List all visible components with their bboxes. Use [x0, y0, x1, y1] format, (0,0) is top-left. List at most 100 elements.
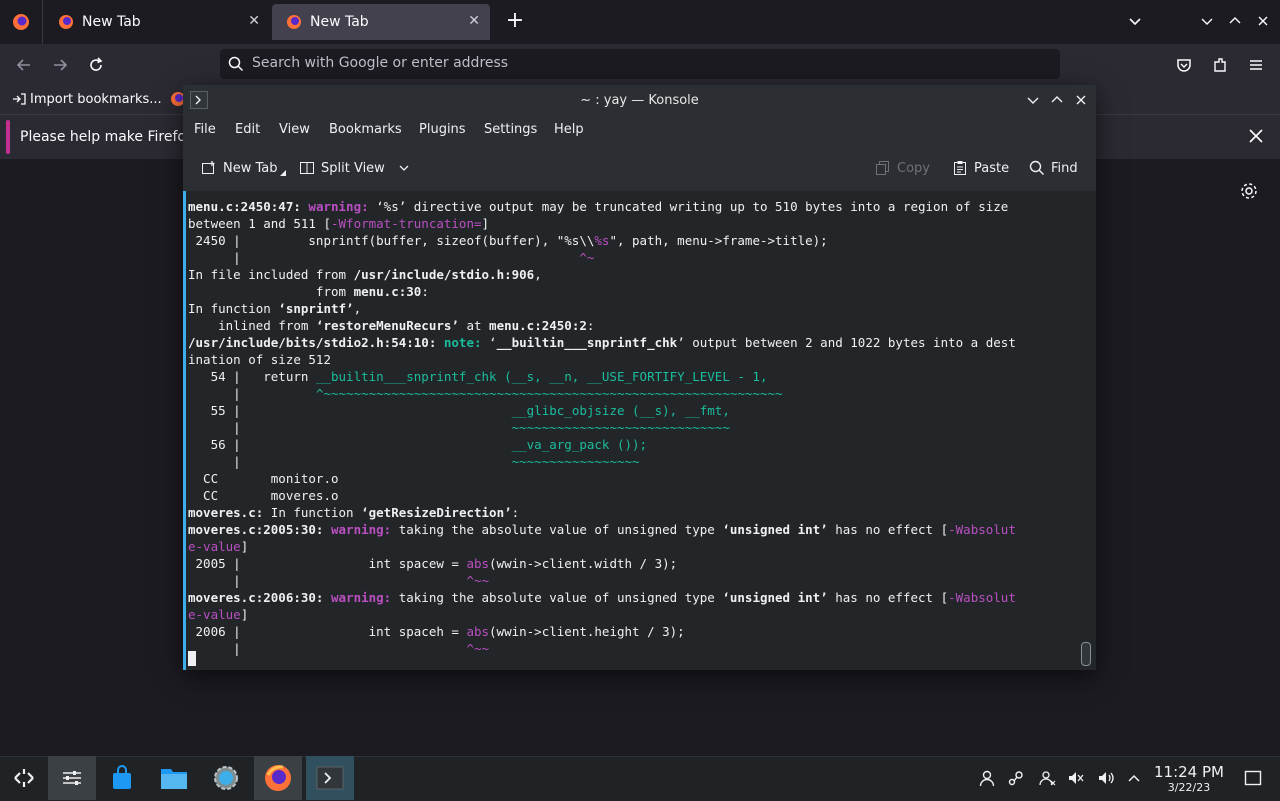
new-tab-settings-gear-icon[interactable]: [1239, 181, 1259, 201]
terminal-text-segment: warning:: [331, 590, 399, 605]
konsole-title-bar[interactable]: ~ : yay — Konsole: [183, 85, 1096, 115]
address-bar-placeholder: Search with Google or enter address: [252, 55, 509, 71]
terminal-text-segment: __builtin___snprintf_chk (__s, __n, __US…: [315, 369, 768, 384]
dolphin-file-manager-button[interactable]: [150, 756, 198, 800]
new-tab-button[interactable]: +: [504, 8, 526, 34]
terminal-text-segment: CC monitor.o: [188, 471, 339, 486]
menu-view[interactable]: View: [279, 115, 310, 145]
terminal-text-segment: has no effect [: [827, 522, 949, 537]
notification-close-icon[interactable]: [1246, 126, 1266, 146]
settings-gear-icon: [214, 766, 238, 790]
digital-clock[interactable]: 11:24 PM 3/22/23: [1148, 763, 1230, 797]
tab-new-tab-2[interactable]: New Tab ✕: [272, 4, 490, 40]
list-all-tabs-chevron-icon[interactable]: [1126, 12, 1144, 30]
menu-help[interactable]: Help: [554, 115, 584, 145]
show-hidden-icons-chevron-icon[interactable]: [1124, 768, 1144, 788]
back-arrow-icon[interactable]: [14, 55, 34, 75]
terminal-text-segment: |: [188, 386, 316, 401]
search-icon: [228, 56, 244, 72]
terminal-line: between 1 and 511 [-Wformat-truncation=]: [188, 215, 489, 232]
terminal-text-segment: ,: [534, 267, 542, 282]
copy-button[interactable]: Copy: [875, 145, 930, 191]
volume-icon[interactable]: [1096, 768, 1116, 788]
tab-label: New Tab: [310, 14, 369, 30]
copy-label: Copy: [897, 160, 930, 176]
terminal-line: moveres.c:2006:30: warning: taking the a…: [188, 589, 1016, 606]
menu-settings[interactable]: Settings: [484, 115, 537, 145]
network-users-icon[interactable]: [1037, 768, 1057, 788]
terminal-text-segment: menu.c:2450:47:: [188, 199, 309, 214]
terminal-line: In function ‘snprintf’,: [188, 300, 361, 317]
terminal-line: moveres.c:2005:30: warning: taking the a…: [188, 521, 1016, 538]
terminal-text-segment: In function: [263, 505, 362, 520]
import-bookmarks-button[interactable]: Import bookmarks...: [12, 90, 162, 108]
window-maximize-icon[interactable]: [1226, 12, 1244, 30]
task-manager-settings[interactable]: [48, 756, 96, 800]
terminal-line: inlined from ‘restoreMenuRecurs’ at menu…: [188, 317, 594, 334]
system-settings-button[interactable]: [202, 756, 250, 800]
menu-plugins[interactable]: Plugins: [419, 115, 466, 145]
terminal-text-segment: ,: [353, 301, 362, 316]
terminal-line: CC moveres.o: [188, 487, 338, 504]
terminal-text-segment: |: [188, 420, 512, 435]
new-tab-button[interactable]: New Tab: [201, 145, 286, 191]
konsole-maximize-icon[interactable]: [1049, 92, 1065, 108]
menu-bookmarks[interactable]: Bookmarks: [329, 115, 402, 145]
terminal-text-segment: at: [458, 318, 490, 333]
find-button[interactable]: Find: [1029, 145, 1078, 191]
discover-store-button[interactable]: [98, 756, 146, 800]
terminal-output[interactable]: menu.c:2450:47: warning: ‘%s’ directive …: [183, 191, 1096, 670]
tab-new-tab-1[interactable]: New Tab ✕: [44, 0, 270, 44]
terminal-text-segment: ‘getResizeDirection’: [361, 505, 512, 520]
terminal-line: /usr/include/bits/stdio2.h:54:10: note: …: [188, 334, 1016, 351]
save-to-pocket-icon[interactable]: [1174, 55, 1194, 75]
menu-file[interactable]: File: [194, 115, 216, 145]
audio-muted-icon[interactable]: [1066, 768, 1086, 788]
terminal-text-segment: e-value: [188, 539, 241, 554]
terminal-text-segment: ^~~: [466, 573, 490, 588]
split-view-button[interactable]: Split View: [299, 145, 411, 191]
terminal-text-segment: -Wformat-truncation=: [331, 216, 482, 231]
terminal-text-segment: 54 | return: [188, 369, 316, 384]
firefox-task-button[interactable]: [254, 756, 302, 800]
reload-icon[interactable]: [86, 55, 106, 75]
paste-button[interactable]: Paste: [952, 145, 1009, 191]
terminal-line: e-value]: [188, 538, 248, 555]
split-view-icon: [300, 162, 314, 174]
menu-edit[interactable]: Edit: [235, 115, 260, 145]
terminal-text-segment: from: [188, 284, 354, 299]
address-bar[interactable]: Search with Google or enter address: [220, 49, 1060, 79]
konsole-close-icon[interactable]: [1073, 92, 1089, 108]
konsole-task-button[interactable]: [306, 756, 354, 800]
terminal-text-segment: note:: [443, 335, 490, 350]
terminal-text-segment: moveres.c:2006:30:: [188, 590, 331, 605]
import-bookmarks-label: Import bookmarks...: [30, 91, 162, 107]
forward-arrow-icon[interactable]: [50, 55, 70, 75]
close-tab-icon[interactable]: ✕: [248, 13, 260, 29]
hamburger-menu-icon[interactable]: [1246, 55, 1266, 75]
window-minimize-icon[interactable]: [1198, 12, 1216, 30]
close-tab-icon[interactable]: ✕: [468, 13, 480, 29]
terminal-scrollbar-thumb[interactable]: [1081, 642, 1091, 666]
terminal-line: | ^~~: [188, 572, 489, 589]
terminal-text-segment: 2450 | snprintf(buffer, sizeof(buffer), …: [188, 233, 595, 248]
konsole-minimize-icon[interactable]: [1025, 92, 1041, 108]
terminal-text-segment: moveres.c:: [188, 505, 264, 520]
application-launcher-button[interactable]: [0, 756, 48, 800]
terminal-text-segment: between 1 and 511 [: [188, 216, 331, 231]
terminal-line: from menu.c:30:: [188, 283, 429, 300]
terminal-text-segment: menu.c:2450:2: [489, 318, 587, 333]
terminal-icon: [316, 766, 344, 790]
terminal-line: In file included from /usr/include/stdio…: [188, 266, 542, 283]
terminal-text-segment: In function: [188, 301, 279, 316]
firefox-favicon-icon: [59, 15, 73, 29]
firefox-logo-icon: [265, 765, 291, 791]
window-close-icon[interactable]: [1254, 12, 1272, 30]
show-desktop-icon[interactable]: [1243, 768, 1263, 788]
user-switcher-icon[interactable]: [977, 768, 997, 788]
terminal-text-segment: 2005 | int spacew =: [188, 556, 467, 571]
extensions-icon[interactable]: [1210, 55, 1230, 75]
terminal-focus-edge: [183, 191, 186, 670]
firefox-view-button[interactable]: [0, 0, 43, 44]
steam-controller-icon[interactable]: [1006, 768, 1026, 788]
